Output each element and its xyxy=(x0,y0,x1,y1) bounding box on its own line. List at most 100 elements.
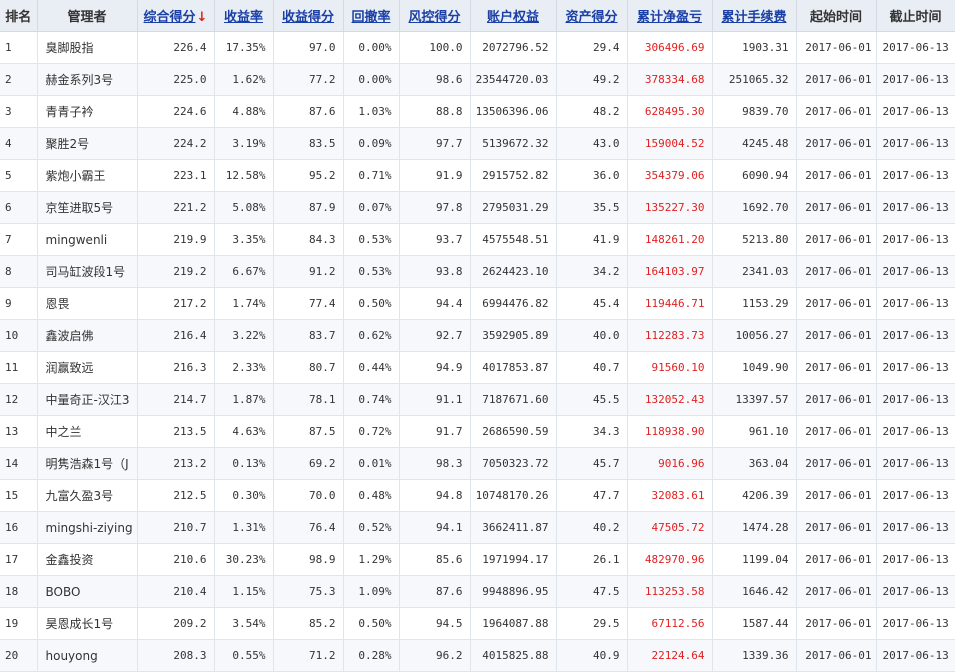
start-date-cell: 2017-06-01 xyxy=(796,159,877,192)
total-score-cell: 221.2 xyxy=(137,191,215,224)
header-asset-score[interactable]: 资产得分 xyxy=(556,0,628,32)
return-rate-cell: 1.87% xyxy=(214,383,274,416)
risk-score-cell: 92.7 xyxy=(399,319,471,352)
table-row: 16 mingshi-ziying 210.7 1.31% 76.4 0.52% 94.1 3… xyxy=(0,511,955,544)
start-date-cell: 2017-06-01 xyxy=(796,127,877,160)
return-score-cell: 91.2 xyxy=(273,255,344,288)
manager-name-cell: 京笙进取5号 xyxy=(37,191,138,224)
equity-cell: 3592905.89 xyxy=(470,319,557,352)
header-risk-score[interactable]: 风控得分 xyxy=(399,0,471,32)
drawdown-cell: 0.62% xyxy=(343,319,400,352)
net-profit-cell: 482970.96 xyxy=(627,543,713,576)
return-rate-cell: 3.54% xyxy=(214,607,274,640)
drawdown-cell: 0.00% xyxy=(343,31,400,64)
rank-number-cell: 16 xyxy=(0,511,38,544)
fees-cell: 1903.31 xyxy=(712,31,797,64)
return-score-cell: 87.6 xyxy=(273,95,344,128)
total-score-cell: 216.4 xyxy=(137,319,215,352)
return-score-cell: 83.5 xyxy=(273,127,344,160)
equity-cell: 6994476.82 xyxy=(470,287,557,320)
rank-number-cell: 17 xyxy=(0,543,38,576)
start-date-cell: 2017-06-01 xyxy=(796,319,877,352)
net-profit-cell: 132052.43 xyxy=(627,383,713,416)
end-date-cell: 2017-06-13 xyxy=(876,479,955,512)
net-profit-cell: 628495.30 xyxy=(627,95,713,128)
table-row: 7 mingwenli 219.9 3.35% 84.3 0.53% 93.7 4575548… xyxy=(0,223,955,256)
header-fees[interactable]: 累计手续费 xyxy=(712,0,797,32)
table-row: 6 京笙进取5号 221.2 5.08% 87.9 0.07% 97.8 2795031.29… xyxy=(0,191,955,224)
table-row: 11 润赢致远 216.3 2.33% 80.7 0.44% 94.9 4017853.87 4… xyxy=(0,351,955,384)
net-profit-cell: 119446.71 xyxy=(627,287,713,320)
asset-score-cell: 48.2 xyxy=(556,95,628,128)
total-score-cell: 224.2 xyxy=(137,127,215,160)
rank-number-cell: 1 xyxy=(0,31,38,64)
equity-cell: 9948896.95 xyxy=(470,575,557,608)
table-row: 8 司马缸波段1号 219.2 6.67% 91.2 0.53% 93.8 2624423.1… xyxy=(0,255,955,288)
equity-cell: 4015825.88 xyxy=(470,639,557,672)
table-row: 12 中量奇正-汉江3 214.7 1.87% 78.1 0.74% 91.1 7187671… xyxy=(0,383,955,416)
fees-cell: 1339.36 xyxy=(712,639,797,672)
manager-name-cell: 青青子衿 xyxy=(37,95,138,128)
net-profit-cell: 354379.06 xyxy=(627,159,713,192)
table-row: 4 聚胜2号 224.2 3.19% 83.5 0.09% 97.7 5139672.32 43… xyxy=(0,127,955,160)
drawdown-cell: 0.09% xyxy=(343,127,400,160)
return-rate-cell: 30.23% xyxy=(214,543,274,576)
net-profit-cell: 164103.97 xyxy=(627,255,713,288)
equity-cell: 13506396.06 xyxy=(470,95,557,128)
rank-number-cell: 4 xyxy=(0,127,38,160)
manager-name-cell: 恩畏 xyxy=(37,287,138,320)
rank-number-cell: 12 xyxy=(0,383,38,416)
drawdown-cell: 0.01% xyxy=(343,447,400,480)
fees-cell: 10056.27 xyxy=(712,319,797,352)
start-date-cell: 2017-06-01 xyxy=(796,191,877,224)
fees-cell: 251065.32 xyxy=(712,63,797,96)
rank-number-cell: 10 xyxy=(0,319,38,352)
header-total-score[interactable]: 综合得分↓ xyxy=(137,0,215,32)
drawdown-cell: 0.52% xyxy=(343,511,400,544)
header-start-date: 起始时间 xyxy=(796,0,877,32)
header-net-profit[interactable]: 累计净盈亏 xyxy=(627,0,713,32)
return-rate-cell: 1.31% xyxy=(214,511,274,544)
equity-cell: 2072796.52 xyxy=(470,31,557,64)
header-end-date: 截止时间 xyxy=(876,0,955,32)
header-drawdown[interactable]: 回撤率 xyxy=(343,0,400,32)
risk-score-cell: 91.9 xyxy=(399,159,471,192)
equity-cell: 23544720.03 xyxy=(470,63,557,96)
risk-score-cell: 94.8 xyxy=(399,479,471,512)
return-rate-cell: 3.19% xyxy=(214,127,274,160)
total-score-cell: 210.7 xyxy=(137,511,215,544)
net-profit-cell: 159004.52 xyxy=(627,127,713,160)
return-rate-cell: 4.88% xyxy=(214,95,274,128)
asset-score-cell: 29.4 xyxy=(556,31,628,64)
end-date-cell: 2017-06-13 xyxy=(876,255,955,288)
header-equity[interactable]: 账户权益 xyxy=(470,0,557,32)
header-return-rate[interactable]: 收益率 xyxy=(214,0,274,32)
start-date-cell: 2017-06-01 xyxy=(796,479,877,512)
drawdown-cell: 0.50% xyxy=(343,607,400,640)
return-score-cell: 83.7 xyxy=(273,319,344,352)
table-row: 15 九富久盈3号 212.5 0.30% 70.0 0.48% 94.8 10748170.… xyxy=(0,479,955,512)
return-score-cell: 87.5 xyxy=(273,415,344,448)
fees-cell: 1474.28 xyxy=(712,511,797,544)
return-score-cell: 77.4 xyxy=(273,287,344,320)
total-score-cell: 212.5 xyxy=(137,479,215,512)
header-return-score[interactable]: 收益得分 xyxy=(273,0,344,32)
rank-number-cell: 13 xyxy=(0,415,38,448)
asset-score-cell: 49.2 xyxy=(556,63,628,96)
return-score-cell: 69.2 xyxy=(273,447,344,480)
equity-cell: 7050323.72 xyxy=(470,447,557,480)
header-rank: 排名 xyxy=(0,0,38,32)
rank-number-cell: 14 xyxy=(0,447,38,480)
equity-cell: 4575548.51 xyxy=(470,223,557,256)
total-score-cell: 213.5 xyxy=(137,415,215,448)
rank-number-cell: 7 xyxy=(0,223,38,256)
asset-score-cell: 40.2 xyxy=(556,511,628,544)
risk-score-cell: 98.3 xyxy=(399,447,471,480)
start-date-cell: 2017-06-01 xyxy=(796,63,877,96)
net-profit-cell: 118938.90 xyxy=(627,415,713,448)
table-row: 20 houyong 208.3 0.55% 71.2 0.28% 96.2 4015825.… xyxy=(0,639,955,672)
start-date-cell: 2017-06-01 xyxy=(796,287,877,320)
return-rate-cell: 0.13% xyxy=(214,447,274,480)
asset-score-cell: 43.0 xyxy=(556,127,628,160)
rank-number-cell: 6 xyxy=(0,191,38,224)
